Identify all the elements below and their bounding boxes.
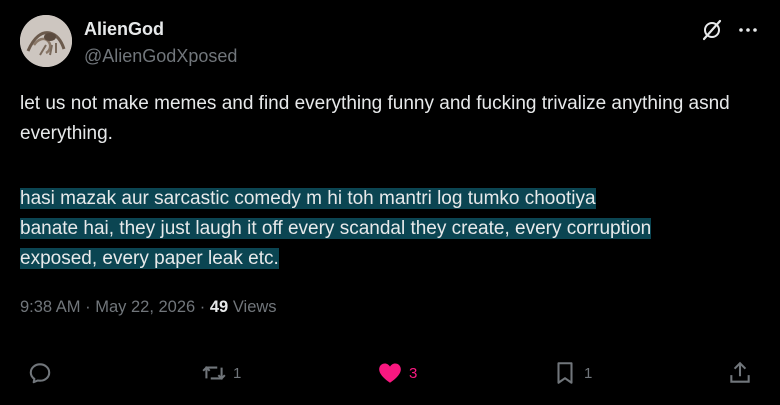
- like-count: 3: [409, 364, 418, 382]
- like-button[interactable]: 3: [377, 360, 417, 386]
- post-date[interactable]: May 22, 2026: [95, 298, 195, 316]
- views-label: Views: [228, 298, 277, 316]
- grok-icon[interactable]: [700, 18, 724, 42]
- avatar[interactable]: [20, 15, 72, 67]
- heart-icon: [377, 360, 403, 386]
- reply-icon: [27, 360, 53, 386]
- bookmark-button[interactable]: 1: [552, 360, 592, 386]
- repost-icon: [201, 360, 227, 386]
- more-icon[interactable]: [736, 18, 760, 42]
- views-count[interactable]: 49: [210, 298, 228, 316]
- separator: ·: [195, 298, 210, 316]
- reply-button[interactable]: [27, 360, 53, 386]
- post-time[interactable]: 9:38 AM: [20, 298, 81, 316]
- highlighted-text: exposed, every paper leak etc.: [20, 248, 279, 269]
- display-name[interactable]: AlienGod: [84, 19, 164, 40]
- bookmark-count: 1: [584, 364, 593, 382]
- highlighted-text: hasi mazak aur sarcastic comedy m hi toh…: [20, 188, 596, 209]
- separator: ·: [80, 298, 96, 316]
- share-icon: [727, 360, 753, 386]
- post-text-paragraph-1: let us not make memes and find everythin…: [20, 93, 730, 144]
- share-button[interactable]: [727, 360, 753, 386]
- user-handle[interactable]: @AlienGodXposed: [84, 46, 237, 67]
- post-metadata: 9:38 AM · May 22, 2026 · 49 Views: [20, 298, 277, 317]
- bookmark-icon: [552, 360, 578, 386]
- highlighted-text: banate hai, they just laugh it off every…: [20, 218, 652, 239]
- repost-button[interactable]: 1: [201, 360, 241, 386]
- repost-count: 1: [233, 364, 242, 382]
- post-text-paragraph-2: hasi mazak aur sarcastic comedy m hi toh…: [20, 184, 765, 274]
